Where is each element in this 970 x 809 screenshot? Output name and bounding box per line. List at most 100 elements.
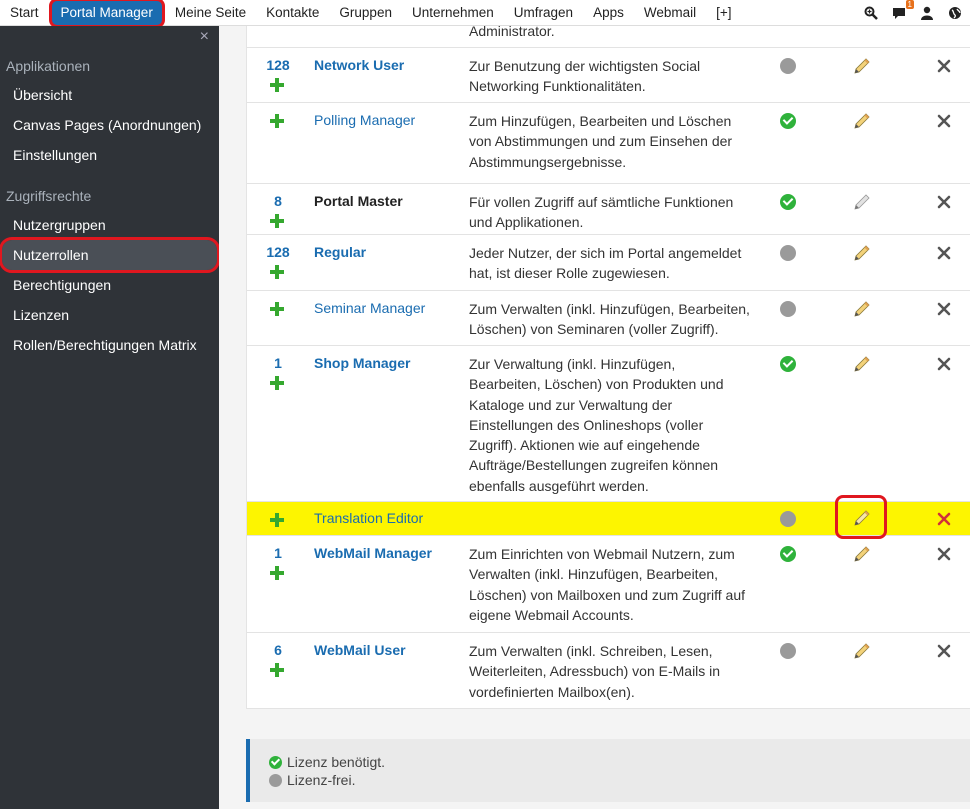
role-name[interactable]: Portal Master: [314, 193, 403, 209]
main-content: Administrator. 128 Network User Zur Benutz…: [219, 23, 970, 809]
table-row: Seminar Manager Zum Verwalten (inkl. Hinz…: [247, 291, 970, 346]
sidebar: × Applikationen Übersicht Canvas Pages (…: [0, 26, 220, 809]
license-required-icon: [780, 194, 796, 210]
edit-pencil-icon[interactable]: [853, 57, 871, 75]
sidebar-item-nutzerrollen[interactable]: Nutzerrollen: [0, 237, 220, 273]
delete-icon[interactable]: [937, 195, 951, 209]
role-name[interactable]: Translation Editor: [314, 510, 423, 526]
add-member-icon[interactable]: [269, 565, 285, 581]
description-line: Zum Verwalten (inkl. Hinzufügen, Bearbei…: [469, 301, 750, 317]
edit-pencil-icon[interactable]: [853, 112, 871, 130]
description-line: hat, ist dieser Rolle zugewiesen.: [469, 265, 670, 282]
license-free-icon: [780, 643, 796, 659]
description-line: Jeder Nutzer, der sich im Portal angemel…: [469, 245, 742, 261]
role-name[interactable]: Shop Manager: [314, 355, 410, 371]
user-icon[interactable]: [920, 6, 934, 20]
license-free-icon: [780, 245, 796, 261]
nav-portal-manager[interactable]: Portal Manager: [48, 0, 165, 28]
license-required-icon: [780, 546, 796, 562]
role-name[interactable]: Network User: [314, 57, 404, 73]
check-icon: [269, 755, 282, 769]
nav-start[interactable]: Start: [0, 0, 49, 26]
sidebar-item-berechtigungen[interactable]: Berechtigungen: [0, 270, 219, 300]
legend-licensed-label: Lizenz benötigt.: [287, 754, 386, 770]
description-line: Zugriff). Aktionen wie auf eingehende: [469, 437, 700, 454]
role-description: Zum Hinzufügen, Bearbeiten und Löschen vo…: [469, 111, 759, 172]
sidebar-item-uebersicht[interactable]: Übersicht: [0, 80, 219, 110]
description-line: Weiterleiten, Adressbuch) von E-Mails in: [469, 663, 721, 680]
role-name[interactable]: WebMail User: [314, 642, 406, 658]
delete-icon[interactable]: [937, 114, 951, 128]
roles-table: Administrator. 128 Network User Zur Benutz…: [246, 23, 970, 709]
add-member-icon[interactable]: [269, 301, 285, 317]
description-line: vordefinierten Mailbox(en).: [469, 683, 635, 700]
add-member-icon[interactable]: [269, 213, 285, 229]
notification-badge: 1: [905, 0, 914, 9]
nav-gruppen[interactable]: Gruppen: [329, 0, 402, 26]
edit-pencil-icon[interactable]: [853, 300, 871, 318]
delete-icon[interactable]: [937, 512, 951, 526]
role-name[interactable]: WebMail Manager: [314, 545, 432, 561]
edit-pencil-icon[interactable]: [853, 244, 871, 262]
member-count[interactable]: 1: [261, 355, 295, 371]
sidebar-item-einstellungen[interactable]: Einstellungen: [0, 140, 219, 170]
delete-icon[interactable]: [937, 246, 951, 260]
add-member-icon[interactable]: [269, 264, 285, 280]
edit-pencil-icon[interactable]: [853, 642, 871, 660]
description-line: Für vollen Zugriff auf sämtliche Funktio…: [469, 194, 734, 210]
license-required-icon: [780, 113, 796, 129]
role-name[interactable]: Polling Manager: [314, 112, 415, 128]
nav-icons: 1: [864, 0, 970, 20]
description-line: von Abstimmungen und zum Einsehen der: [469, 133, 733, 150]
sidebar-item-lizenzen[interactable]: Lizenzen: [0, 300, 219, 330]
table-row: 1 WebMail Manager Zum Einrichten von Webma…: [247, 536, 970, 633]
add-member-icon[interactable]: [269, 662, 285, 678]
delete-icon[interactable]: [937, 644, 951, 658]
add-member-icon[interactable]: [269, 375, 285, 391]
delete-icon[interactable]: [937, 357, 951, 371]
nav-meine-seite[interactable]: Meine Seite: [165, 0, 256, 26]
edit-pencil-icon[interactable]: [853, 355, 871, 373]
description-line: Kataloge und zur Verwaltung der: [469, 396, 673, 413]
role-description: Jeder Nutzer, der sich im Portal angemel…: [469, 243, 759, 284]
role-description: Zum Verwalten (inkl. Hinzufügen, Bearbei…: [469, 299, 759, 340]
table-row: 8 Portal Master Für vollen Zugriff auf säm…: [247, 184, 970, 235]
description-line: Verwalten (inkl. Hinzufügen, Bearbeiten,: [469, 566, 719, 583]
member-count[interactable]: 6: [261, 642, 295, 658]
sidebar-item-nutzergruppen[interactable]: Nutzergruppen: [0, 210, 219, 240]
member-count[interactable]: 8: [261, 193, 295, 209]
legend: Lizenz benötigt. Lizenz-frei.: [246, 739, 970, 802]
delete-icon[interactable]: [937, 547, 951, 561]
license-free-icon: [780, 511, 796, 527]
member-count[interactable]: 1: [261, 545, 295, 561]
delete-icon[interactable]: [937, 302, 951, 316]
legend-free: Lizenz-frei.: [269, 772, 355, 788]
nav-kontakte[interactable]: Kontakte: [256, 0, 329, 26]
description-line: Bearbeiten, Löschen) von Produkten und: [469, 376, 724, 393]
globe-icon[interactable]: [948, 6, 962, 20]
edit-pencil-icon[interactable]: [853, 193, 871, 211]
role-name[interactable]: Seminar Manager: [314, 300, 425, 316]
chat-icon[interactable]: 1: [892, 0, 914, 20]
description-line: Zum Verwalten (inkl. Schreiben, Lesen,: [469, 643, 713, 659]
zoom-icon[interactable]: [864, 6, 878, 20]
member-count[interactable]: 128: [261, 57, 295, 73]
description-line: und Applikationen.: [469, 214, 584, 231]
add-member-icon[interactable]: [269, 512, 285, 528]
delete-icon[interactable]: [937, 59, 951, 73]
description-line: eigene Webmail Accounts.: [469, 606, 634, 623]
sidebar-item-canvas-pages[interactable]: Canvas Pages (Anordnungen): [0, 110, 219, 140]
gray-dot-icon: [269, 773, 282, 787]
table-row: 1 Shop Manager Zur Verwaltung (inkl. Hinzu…: [247, 346, 970, 502]
close-sidebar-icon[interactable]: ×: [200, 28, 209, 46]
role-name[interactable]: Regular: [314, 244, 366, 260]
sidebar-item-matrix[interactable]: Rollen/Berechtigungen Matrix: [0, 330, 219, 360]
add-member-icon[interactable]: [269, 77, 285, 93]
role-description: Zur Benutzung der wichtigsten Social Netw…: [469, 56, 759, 97]
edit-pencil-icon[interactable]: [853, 545, 871, 563]
member-count[interactable]: 128: [261, 244, 295, 260]
table-row: Translation Editor: [247, 495, 970, 539]
table-row: 6 WebMail User Zum Verwalten (inkl. Schrei…: [247, 633, 970, 709]
add-member-icon[interactable]: [269, 113, 285, 129]
description-line: Zum Hinzufügen, Bearbeiten und Löschen: [469, 113, 732, 129]
